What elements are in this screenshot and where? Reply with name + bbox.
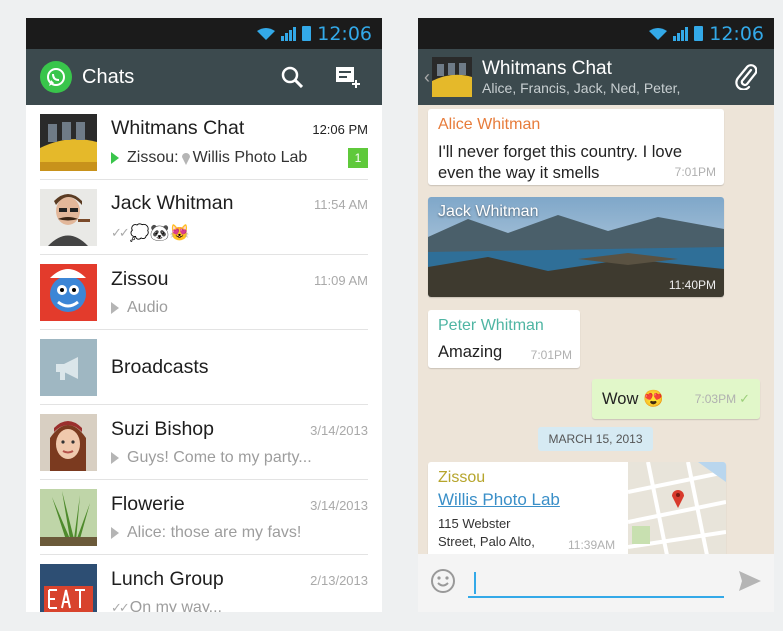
- status-bar: 12:06: [26, 18, 382, 49]
- chat-name: Jack Whitman: [111, 192, 234, 214]
- play-icon: [111, 152, 119, 164]
- chat-time: 3/14/2013: [310, 423, 368, 438]
- image-message[interactable]: Jack Whitman 11:40PM: [428, 197, 724, 297]
- conversation-title: Whitmans Chat: [482, 58, 612, 79]
- avatar: [40, 489, 97, 546]
- unread-badge: 1: [348, 148, 368, 168]
- location-pin-icon: [181, 153, 190, 165]
- message-input-wrap: [468, 568, 724, 598]
- avatar: [40, 414, 97, 471]
- chat-time: 11:54 AM: [314, 197, 368, 212]
- composer: [418, 554, 774, 612]
- wifi-icon: [257, 27, 276, 40]
- chat-name: Suzi Bishop: [111, 418, 214, 440]
- emoji-icon[interactable]: [430, 568, 456, 599]
- play-icon: [111, 527, 119, 539]
- status-bar: 12:06: [418, 18, 774, 49]
- chat-preview: 💭🐼😻: [129, 225, 190, 242]
- chat-row-flowerie[interactable]: Flowerie 3/14/2013 Alice: those are my f…: [26, 480, 382, 555]
- attach-paperclip-icon[interactable]: [726, 57, 766, 97]
- message-time: 7:01PM: [530, 348, 572, 362]
- chat-time: 12:06 PM: [312, 122, 368, 137]
- chat-name: Flowerie: [111, 493, 185, 515]
- battery-icon: [694, 26, 704, 41]
- text-caret: [474, 572, 476, 594]
- wifi-icon: [649, 27, 668, 40]
- message-time: 11:39AM: [568, 538, 616, 552]
- chat-preview: Guys! Come to my party...: [127, 449, 312, 466]
- avatar: [40, 264, 97, 321]
- read-ticks-icon: ✓✓: [111, 225, 130, 240]
- chat-name: Broadcasts: [111, 356, 209, 378]
- chat-name: Whitmans Chat: [111, 117, 245, 139]
- preview-sender: Zissou:: [127, 149, 179, 166]
- group-avatar[interactable]: [432, 57, 472, 97]
- chat-row-lunch-group[interactable]: Lunch Group 2/13/2013 ✓✓ On my way...: [26, 555, 382, 612]
- megaphone-icon: [55, 356, 78, 380]
- date-divider: MARCH 15, 2013: [538, 427, 653, 451]
- chat-time: 2/13/2013: [310, 573, 368, 588]
- battery-icon: [302, 26, 312, 41]
- send-icon[interactable]: [738, 570, 762, 597]
- message-time: 7:03PM: [694, 392, 737, 406]
- new-chat-icon[interactable]: [328, 57, 368, 97]
- chat-row-broadcasts[interactable]: Broadcasts: [26, 330, 382, 405]
- status-time: 12:06: [317, 22, 372, 45]
- chat-name: Zissou: [111, 268, 169, 290]
- read-ticks-icon: ✓✓: [111, 600, 130, 612]
- outgoing-message-bubble[interactable]: Wow 😍 7:03PM ✓: [592, 379, 760, 419]
- avatar: [40, 564, 97, 612]
- location-message[interactable]: Zissou Willis Photo Lab 115 Webster Stre…: [428, 462, 726, 560]
- conversation-appbar: ‹ Whitmans Chat Alice, Francis, Jack, Ne…: [418, 49, 774, 105]
- chat-preview: Willis Photo Lab: [192, 149, 308, 166]
- chat-preview: On my way...: [129, 599, 222, 612]
- avatar: [40, 114, 97, 171]
- status-time: 12:06: [709, 22, 764, 45]
- message-area: Alice Whitman I'll never forget this cou…: [418, 105, 774, 560]
- signal-icon: [281, 26, 297, 41]
- message-sender: Jack Whitman: [438, 203, 539, 220]
- avatar: [40, 339, 97, 396]
- message-sender: Peter Whitman: [438, 317, 544, 334]
- chat-time: 3/14/2013: [310, 498, 368, 513]
- play-icon: [111, 302, 119, 314]
- message-bubble[interactable]: Peter Whitman Amazing 7:01PM: [428, 310, 580, 368]
- chat-preview: Audio: [127, 299, 168, 316]
- chat-row-zissou[interactable]: Zissou 11:09 AM Audio: [26, 255, 382, 330]
- chats-screen: 12:06 Chats Whitmans Chat 12:06 PM Zisso…: [26, 18, 382, 612]
- participants-list: Alice, Francis, Jack, Ned, Peter,: [482, 80, 681, 96]
- whatsapp-logo-icon: [40, 61, 72, 93]
- chat-row-suzi-bishop[interactable]: Suzi Bishop 3/14/2013 Guys! Come to my p…: [26, 405, 382, 480]
- chat-list: Whitmans Chat 12:06 PM Zissou: Willis Ph…: [26, 105, 382, 612]
- chat-name: Lunch Group: [111, 568, 224, 590]
- message-time: 7:01PM: [674, 165, 716, 179]
- conversation-screen: 12:06 ‹ Whitmans Chat Alice, Francis, Ja…: [418, 18, 774, 612]
- search-icon[interactable]: [272, 57, 312, 97]
- chat-preview: Alice: those are my favs!: [127, 524, 302, 541]
- message-input[interactable]: [468, 568, 724, 596]
- avatar: [40, 189, 97, 246]
- message-sender: Alice Whitman: [438, 116, 541, 133]
- back-arrow-icon[interactable]: ‹: [424, 67, 430, 88]
- chat-time: 11:09 AM: [314, 273, 368, 288]
- play-icon: [111, 452, 119, 464]
- sent-check-icon: ✓: [739, 391, 750, 406]
- page-title: Chats: [82, 65, 135, 88]
- chats-appbar: Chats: [26, 49, 382, 105]
- message-text: I'll never forget this country. I love e…: [438, 143, 683, 182]
- message-bubble[interactable]: Alice Whitman I'll never forget this cou…: [428, 109, 724, 185]
- message-time: 11:40PM: [668, 278, 716, 292]
- signal-icon: [673, 26, 689, 41]
- chat-row-whitmans-chat[interactable]: Whitmans Chat 12:06 PM Zissou: Willis Ph…: [26, 105, 382, 180]
- chat-row-jack-whitman[interactable]: Jack Whitman 11:54 AM ✓✓ 💭🐼😻: [26, 180, 382, 255]
- message-text: Wow 😍: [602, 389, 664, 408]
- map-thumbnail[interactable]: [628, 462, 726, 560]
